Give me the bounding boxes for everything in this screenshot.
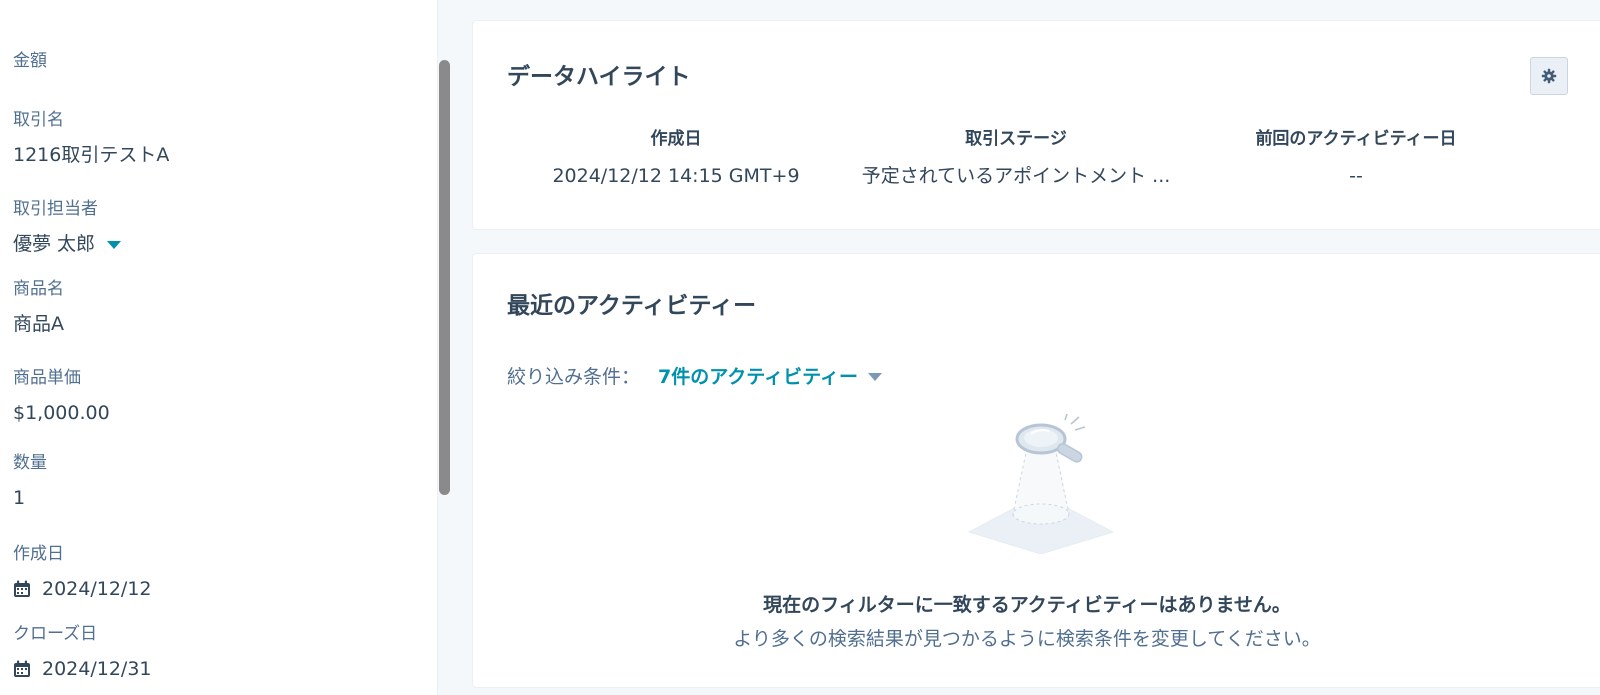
empty-search-illustration (967, 414, 1115, 554)
property-value[interactable]: 2024/12/12 (42, 577, 152, 601)
filter-label: 絞り込み条件： (507, 366, 641, 388)
owner-dropdown[interactable]: 優夢 太郎 (13, 232, 122, 256)
gear-icon (1541, 68, 1557, 84)
highlight-deal-stage: 取引ステージ 予定されているアポイントメント ... (851, 128, 1181, 188)
property-product-name[interactable]: 商品名 商品A (13, 278, 64, 336)
highlight-value: -- (1349, 165, 1363, 187)
property-quantity[interactable]: 数量 1 (13, 452, 47, 510)
date-field[interactable]: 2024/12/31 (13, 657, 152, 681)
recent-activity-card: 最近のアクティビティー 絞り込み条件： 7件のアクティビティー 現在のフィルター… (472, 253, 1600, 688)
property-close-date[interactable]: クローズ日 2024/12/31 (13, 623, 152, 681)
card-title: 最近のアクティビティー (507, 293, 757, 319)
empty-state-subtitle: より多くの検索結果が見つかるように検索条件を変更してください。 (733, 628, 1321, 650)
property-value[interactable]: 1 (13, 486, 47, 510)
filter-value[interactable]: 7件のアクティビティー (658, 362, 858, 389)
property-label: 数量 (13, 453, 47, 473)
property-value[interactable]: 商品A (13, 312, 64, 336)
settings-button[interactable] (1530, 57, 1568, 95)
property-create-date[interactable]: 作成日 2024/12/12 (13, 543, 152, 601)
property-value[interactable]: 2024/12/31 (42, 657, 152, 681)
property-label: 金額 (13, 51, 47, 71)
property-deal-owner[interactable]: 取引担当者 優夢 太郎 (13, 198, 122, 256)
property-value[interactable]: 1216取引テストA (13, 143, 169, 167)
activity-filter-dropdown[interactable]: 7件のアクティビティー (658, 362, 883, 389)
properties-sidebar: 金額 取引名 1216取引テストA 取引担当者 優夢 太郎 商品名 商品A 商品… (0, 0, 437, 695)
activity-filter: 絞り込み条件： 7件のアクティビティー (507, 362, 883, 389)
property-value[interactable]: $1,000.00 (13, 401, 110, 425)
property-value[interactable]: 優夢 太郎 (13, 232, 95, 256)
property-unit-price[interactable]: 商品単価 $1,000.00 (13, 367, 110, 425)
sidebar-scrollbar[interactable] (439, 60, 450, 495)
property-label: 取引名 (13, 110, 64, 130)
highlight-create-date: 作成日 2024/12/12 14:15 GMT+9 (531, 128, 821, 188)
highlight-value: 2024/12/12 14:15 GMT+9 (552, 165, 800, 187)
data-highlights-card: データハイライト 作成日 2024/12/12 14:15 GMT+9 取引ステ… (472, 20, 1600, 230)
date-field[interactable]: 2024/12/12 (13, 577, 152, 601)
calendar-icon (14, 580, 30, 597)
highlight-value: 予定されているアポイントメント ... (861, 165, 1171, 187)
highlight-last-activity: 前回のアクティビティー日 -- (1211, 128, 1501, 188)
highlight-label: 作成日 (650, 129, 702, 149)
caret-down-icon[interactable] (868, 373, 883, 381)
property-amount: 金額 (13, 50, 47, 72)
calendar-icon (14, 660, 30, 677)
caret-down-icon[interactable] (107, 241, 122, 249)
property-label: 商品名 (13, 279, 64, 299)
property-label: 取引担当者 (13, 199, 98, 219)
highlight-label: 前回のアクティビティー日 (1255, 129, 1457, 149)
property-label: 作成日 (13, 544, 64, 564)
property-label: 商品単価 (13, 368, 81, 388)
card-title: データハイライト (507, 64, 691, 90)
empty-state-title: 現在のフィルターに一致するアクティビティーはありません。 (763, 594, 1291, 616)
property-deal-name[interactable]: 取引名 1216取引テストA (13, 109, 169, 167)
highlight-label: 取引ステージ (965, 129, 1067, 149)
property-label: クローズ日 (13, 624, 98, 644)
